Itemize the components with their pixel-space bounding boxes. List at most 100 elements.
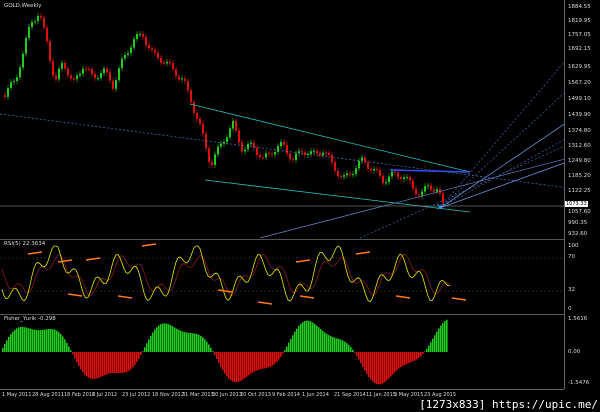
channel-upper-line[interactable]: [189, 103, 471, 173]
candle-body: [343, 175, 345, 177]
fisher-bar: [148, 339, 150, 352]
fisher-bar: [432, 338, 434, 352]
fisher-bar: [106, 352, 108, 375]
fisher-bar: [58, 332, 60, 352]
candle-body: [301, 151, 303, 153]
candle-body: [394, 171, 396, 173]
fisher-bar: [160, 324, 162, 352]
fisher-bar: [244, 352, 246, 379]
fisher-bar: [384, 352, 386, 383]
fisher-pane[interactable]: Fisher_Yurik -0.298: [0, 314, 564, 390]
candle-body: [391, 171, 393, 177]
time-label: 8 Jul 2012: [92, 392, 118, 398]
candle-body: [25, 37, 27, 54]
price-label: 990.35: [568, 220, 588, 226]
time-label: 9 Feb 2014: [272, 392, 300, 398]
fisher-bar: [314, 323, 316, 352]
fisher-bar: [372, 352, 374, 382]
candle-body: [316, 150, 318, 154]
candle-body: [37, 15, 39, 22]
fisher-bar: [116, 352, 118, 373]
candle-body: [418, 194, 420, 196]
fisher-bar: [184, 332, 186, 352]
candle-body: [88, 68, 90, 70]
fisher-bar: [288, 342, 290, 352]
fisher-bar: [348, 344, 350, 352]
candle-body: [373, 169, 375, 171]
fisher-bar: [386, 352, 388, 381]
fisher-bar: [220, 352, 222, 367]
price-label: 1312.60: [568, 143, 591, 149]
fisher-bar: [62, 336, 64, 352]
fisher-bar: [426, 348, 428, 352]
fisher-bar: [54, 329, 56, 352]
candle-body: [361, 157, 363, 161]
fisher-bar: [164, 323, 166, 352]
candle-body: [409, 176, 411, 181]
fisher-bar: [12, 331, 14, 352]
fisher-bar: [402, 352, 404, 366]
candle-body: [19, 67, 21, 78]
fisher-bar: [26, 327, 28, 352]
candle-body: [235, 121, 237, 131]
rsi-pane[interactable]: RSI(5) 22.3634: [0, 239, 564, 314]
fisher-level-label: 1.5616: [568, 316, 588, 322]
price-label: 1057.60: [568, 209, 591, 215]
long-trend-dotted-line[interactable]: [0, 113, 564, 192]
fisher-bar: [178, 329, 180, 352]
chart-title: GOLD,Weekly: [4, 3, 42, 9]
candle-body: [139, 33, 141, 35]
time-label: 1 May 2011: [2, 392, 32, 398]
candle-body: [433, 189, 435, 192]
fisher-bar: [174, 327, 176, 352]
fisher-bar: [44, 329, 46, 352]
candle-body: [145, 36, 147, 45]
fisher-bar: [200, 335, 202, 352]
fisher-bar: [334, 337, 336, 352]
time-label: 30 Jun 2013: [212, 392, 243, 398]
fisher-bar: [78, 352, 80, 367]
fisher-bar: [4, 344, 6, 352]
fisher-bar: [422, 352, 424, 355]
fisher-bar: [76, 352, 78, 363]
fisher-bar: [418, 352, 420, 358]
fisher-bar: [68, 346, 70, 352]
price-scale[interactable]: 1884.55 1819.95 1757.05 1692.15 1629.95 …: [564, 0, 600, 389]
divergence-arrow: [395, 295, 411, 299]
time-label: 28 Aug 2011: [32, 392, 65, 398]
fisher-bar: [28, 328, 30, 352]
candle-body: [367, 162, 369, 169]
candle-body: [286, 144, 288, 154]
resistance-line[interactable]: [389, 169, 471, 173]
fisher-bar: [2, 347, 4, 352]
fisher-level-label: 0.00: [568, 349, 581, 355]
fisher-bar: [260, 352, 262, 370]
fisher-bar: [186, 332, 188, 352]
channel-lower-line[interactable]: [204, 179, 471, 213]
candle-body: [208, 148, 210, 162]
fisher-bar: [10, 334, 12, 352]
fisher-bar: [364, 352, 366, 371]
candle-body: [100, 72, 102, 78]
time-label: 11 Jan 2015: [366, 392, 396, 398]
candle-body: [160, 58, 162, 63]
fisher-title: Fisher_Yurik -0.298: [4, 316, 56, 322]
fisher-bar: [258, 352, 260, 370]
candle-body: [181, 78, 183, 80]
divergence-arrow: [117, 295, 133, 299]
candle-body: [280, 142, 282, 147]
fisher-bar: [230, 352, 232, 381]
candle-body: [325, 152, 327, 154]
fisher-bar: [390, 352, 392, 377]
candle-body: [352, 173, 354, 175]
divergence-arrows: [27, 243, 467, 305]
fisher-bar: [252, 352, 254, 373]
fisher-bar: [352, 349, 354, 352]
candle-body: [169, 61, 171, 64]
price-label: 1499.10: [568, 96, 591, 102]
fisher-bar: [216, 352, 218, 359]
candle-body: [10, 82, 12, 89]
price-chart-pane[interactable]: ✕ GOLD,Weekly: [0, 0, 564, 238]
candle-body: [268, 153, 270, 155]
fisher-bar: [134, 352, 136, 365]
